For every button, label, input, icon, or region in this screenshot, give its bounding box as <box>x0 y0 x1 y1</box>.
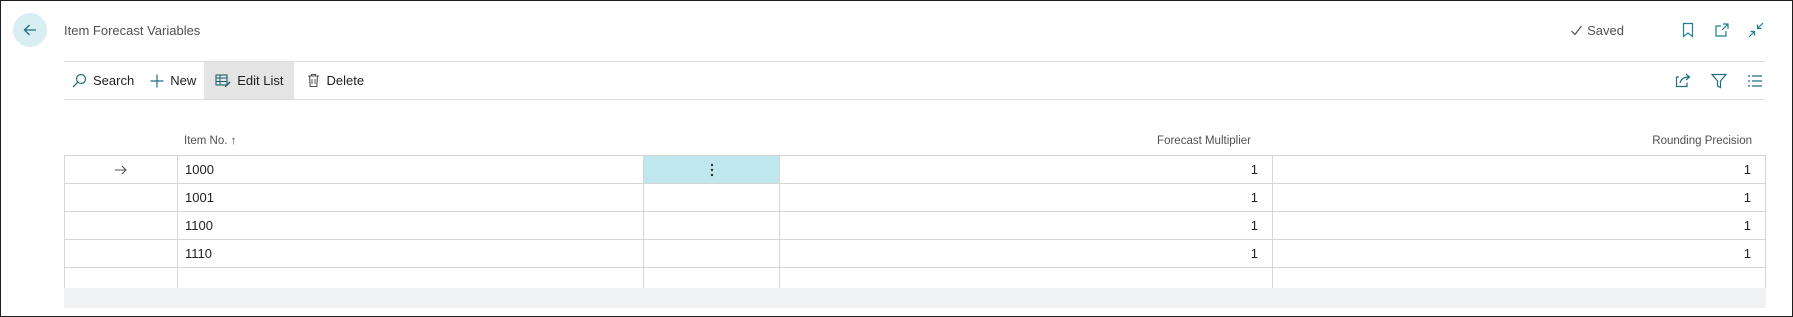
row-actions-cell[interactable] <box>643 184 779 211</box>
action-bar: Search New Edit List Delete <box>64 62 1765 99</box>
filter-icon <box>1711 73 1727 89</box>
table-row[interactable]: 1100 1 1 <box>64 211 1766 239</box>
delete-button-label: Delete <box>326 73 365 88</box>
page-title: Item Forecast Variables <box>64 23 201 38</box>
sort-ascending-icon: ↑ <box>230 135 237 147</box>
checkmark-icon <box>1570 24 1583 37</box>
filter-button[interactable] <box>1709 71 1729 91</box>
row-actions-cell[interactable] <box>643 212 779 239</box>
row-selector[interactable] <box>64 184 177 211</box>
search-button[interactable]: Search <box>64 62 142 99</box>
forecast-multiplier-cell[interactable]: 1 <box>779 156 1272 183</box>
item-no-cell[interactable]: 1110 <box>177 240 643 267</box>
header-actions: Saved <box>1570 20 1766 40</box>
column-header-rounding-precision[interactable]: Rounding Precision <box>1652 135 1752 147</box>
column-header-item-no[interactable]: Item No. ↑ <box>184 135 236 147</box>
table-header: Item No. ↑ Forecast Multiplier Rounding … <box>64 127 1766 155</box>
forecast-multiplier-cell[interactable]: 1 <box>779 212 1272 239</box>
table-row[interactable]: 1001 1 1 <box>64 183 1766 211</box>
forecast-multiplier-cell[interactable]: 1 <box>779 184 1272 211</box>
list-view-button[interactable] <box>1745 71 1765 91</box>
row-selector[interactable] <box>64 240 177 267</box>
bookmark-button[interactable] <box>1678 20 1698 40</box>
page-frame: Item Forecast Variables Saved Search New… <box>0 0 1793 317</box>
list-footer <box>64 288 1766 308</box>
more-vertical-icon <box>710 163 714 177</box>
edit-list-button-label: Edit List <box>237 73 284 88</box>
save-status-label: Saved <box>1587 22 1624 38</box>
plus-icon <box>150 74 164 88</box>
arrow-left-icon <box>22 22 38 38</box>
arrow-right-icon <box>114 165 128 175</box>
new-button[interactable]: New <box>142 62 204 99</box>
divider <box>64 99 1765 100</box>
table-row[interactable]: 1000 1 1 <box>64 155 1766 183</box>
item-no-cell[interactable]: 1000 <box>177 156 643 183</box>
forecast-multiplier-cell[interactable]: 1 <box>779 240 1272 267</box>
row-selector[interactable] <box>64 156 177 183</box>
item-no-cell[interactable]: 1001 <box>177 184 643 211</box>
action-bar-right <box>1657 71 1765 91</box>
column-header-forecast-multiplier[interactable]: Forecast Multiplier <box>1157 135 1251 147</box>
bookmark-icon <box>1681 22 1695 38</box>
row-selector[interactable] <box>64 212 177 239</box>
delete-button[interactable]: Delete <box>294 62 372 99</box>
share-icon <box>1675 73 1692 88</box>
back-button[interactable] <box>13 13 47 47</box>
table-row[interactable]: 1110 1 1 <box>64 239 1766 267</box>
new-button-label: New <box>170 73 197 88</box>
rounding-precision-cell[interactable]: 1 <box>1272 184 1766 211</box>
edit-list-button[interactable]: Edit List <box>204 62 295 99</box>
rounding-precision-cell[interactable]: 1 <box>1272 240 1766 267</box>
edit-list-icon <box>215 73 231 88</box>
rounding-precision-cell[interactable]: 1 <box>1272 212 1766 239</box>
row-actions-cell[interactable] <box>643 240 779 267</box>
item-forecast-table: Item No. ↑ Forecast Multiplier Rounding … <box>64 127 1766 296</box>
open-in-new-window-icon <box>1714 22 1730 38</box>
collapse-button[interactable] <box>1746 20 1766 40</box>
search-icon <box>72 73 87 88</box>
save-status: Saved <box>1570 23 1624 38</box>
share-button[interactable] <box>1673 71 1693 91</box>
collapse-icon <box>1748 22 1764 38</box>
search-button-label: Search <box>93 73 135 88</box>
trash-icon <box>307 73 320 88</box>
row-actions-button[interactable] <box>643 156 779 183</box>
list-view-icon <box>1747 74 1763 88</box>
item-no-cell[interactable]: 1100 <box>177 212 643 239</box>
rounding-precision-cell[interactable]: 1 <box>1272 156 1766 183</box>
open-new-window-button[interactable] <box>1712 20 1732 40</box>
